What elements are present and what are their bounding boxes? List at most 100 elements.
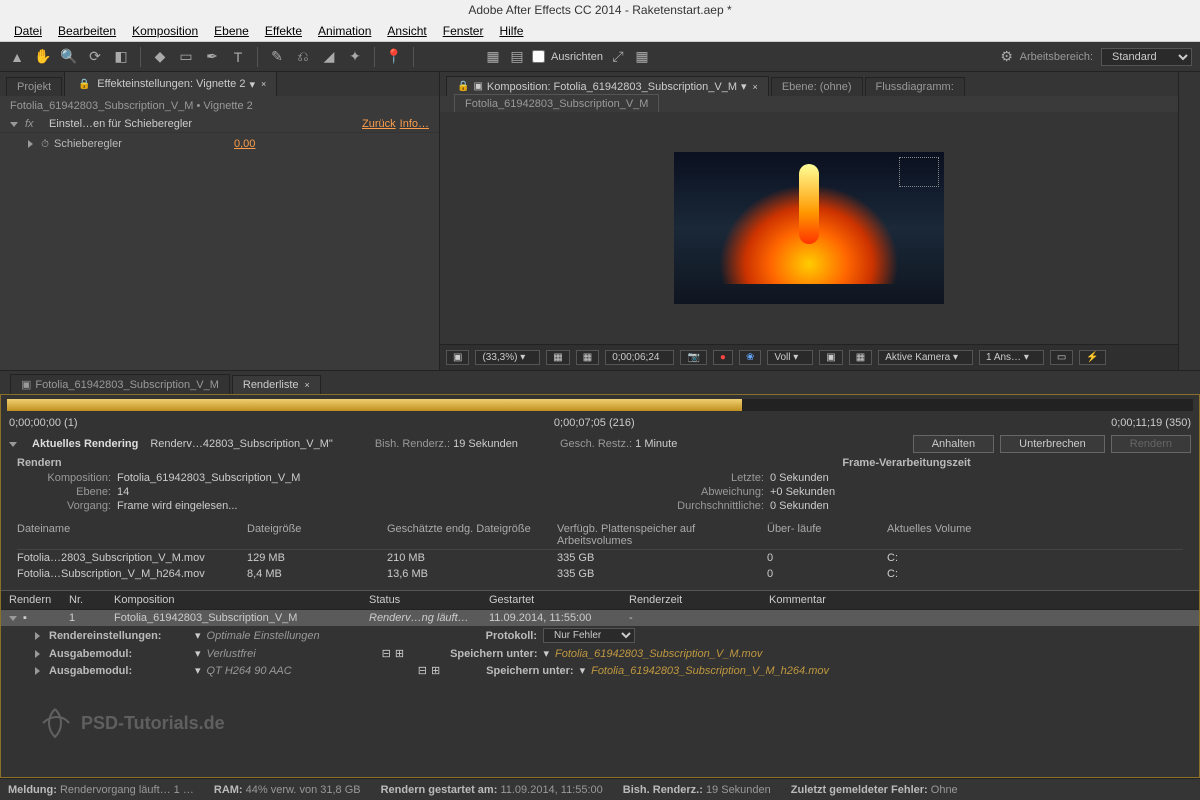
grid-icon[interactable]: ▦	[633, 48, 651, 66]
resolution-dropdown[interactable]: Voll ▾	[767, 350, 813, 365]
stop-button[interactable]: Unterbrechen	[1000, 435, 1105, 453]
right-sidebar	[1178, 72, 1200, 370]
tab-timeline-comp[interactable]: ▣ Fotolia_61942803_Subscription_V_M	[10, 374, 230, 394]
comp-icon: ▣	[21, 378, 31, 391]
transparency-icon[interactable]: ▦	[849, 350, 872, 365]
dropdown-icon[interactable]: ▾	[249, 78, 255, 91]
pen-tool-icon[interactable]: ✒	[203, 48, 221, 66]
menu-fenster[interactable]: Fenster	[437, 22, 490, 40]
brush-tool-icon[interactable]: ✎	[268, 48, 286, 66]
menu-effekte[interactable]: Effekte	[259, 22, 308, 40]
protokoll-dropdown[interactable]: Nur Fehler	[543, 628, 635, 643]
dropdown-icon[interactable]: ▾	[195, 664, 201, 677]
grid-icon[interactable]: ▦	[576, 350, 599, 365]
workspace-select[interactable]: Standard	[1101, 48, 1192, 66]
window-title: Adobe After Effects CC 2014 - Raketensta…	[0, 0, 1200, 20]
table-row: Fotolia…2803_Subscription_V_M.mov 129 MB…	[17, 550, 1183, 566]
menu-ebene[interactable]: Ebene	[208, 22, 255, 40]
dropdown-icon[interactable]: ▾	[195, 647, 201, 660]
dropdown-icon[interactable]: ▾	[741, 80, 747, 93]
render-settings-value[interactable]: Optimale Einstellungen	[207, 630, 320, 642]
disclosure-icon[interactable]	[9, 442, 17, 447]
pause-button[interactable]: Anhalten	[913, 435, 994, 453]
queue-item[interactable]: ▪ 1 Fotolia_61942803_Subscription_V_M Re…	[1, 610, 1199, 626]
preview-viewport[interactable]	[440, 112, 1178, 344]
menu-datei[interactable]: Datei	[8, 22, 48, 40]
property-value[interactable]: 0,00	[234, 138, 255, 150]
output-module-value[interactable]: Verlustfrei	[207, 648, 256, 660]
dropdown-icon[interactable]: ▾	[543, 647, 549, 660]
effect-name: Einstel…en für Schieberegler	[49, 118, 350, 130]
stopwatch-icon[interactable]: ⏱	[36, 135, 54, 153]
roto-tool-icon[interactable]: ✦	[346, 48, 364, 66]
dropdown-icon[interactable]: ▾	[195, 629, 201, 642]
search-icon[interactable]: ⚙	[998, 48, 1016, 66]
fast-preview-icon[interactable]: ⚡	[1079, 350, 1105, 365]
timecode-display[interactable]: 0;00;06;24	[605, 350, 674, 365]
toggle-icon[interactable]: ▣	[446, 350, 469, 365]
align-label: Ausrichten	[551, 51, 603, 63]
shape-tool-icon[interactable]: ▭	[177, 48, 195, 66]
disclosure-icon[interactable]	[28, 140, 33, 148]
close-icon[interactable]: ×	[305, 380, 310, 390]
hand-tool-icon[interactable]: ✋	[34, 48, 52, 66]
disclosure-icon[interactable]	[35, 632, 40, 640]
effect-property-row: ⏱ Schieberegler 0,00	[0, 133, 439, 155]
colormgmt-icon[interactable]: ❀	[739, 350, 761, 365]
output-file-link[interactable]: Fotolia_61942803_Subscription_V_M.mov	[555, 648, 762, 660]
composition-controls: ▣ (33,3%) ▾ ▦ ▦ 0;00;06;24 📷 ● ❀ Voll ▾ …	[440, 344, 1178, 370]
menu-animation[interactable]: Animation	[312, 22, 377, 40]
region-icon[interactable]: ▣	[819, 350, 842, 365]
clone-tool-icon[interactable]: ⎌	[294, 48, 312, 66]
minus-icon[interactable]: ⊟	[382, 647, 391, 660]
menu-hilfe[interactable]: Hilfe	[493, 22, 529, 40]
plus-icon[interactable]: ⊞	[395, 647, 404, 660]
disclosure-icon[interactable]	[35, 650, 40, 658]
align-icon[interactable]: ▦	[484, 48, 502, 66]
tab-composition[interactable]: 🔒 ▣ Komposition: Fotolia_61942803_Subscr…	[446, 76, 769, 96]
render-section-title: Aktuelles Rendering	[32, 438, 138, 450]
effect-header[interactable]: fx Einstel…en für Schieberegler Zurück I…	[0, 116, 439, 133]
tab-project[interactable]: Projekt	[6, 77, 62, 96]
align-checkbox[interactable]	[532, 50, 545, 63]
channel-icon[interactable]: ●	[713, 350, 733, 365]
disclosure-icon[interactable]	[10, 122, 18, 127]
snap-icon[interactable]: ⤢	[609, 48, 627, 66]
output-file-table: Dateiname Dateigröße Geschätzte endg. Da…	[1, 513, 1199, 590]
comp-subtab[interactable]: Fotolia_61942803_Subscription_V_M	[454, 94, 659, 114]
zoom-tool-icon[interactable]: 🔍	[60, 48, 78, 66]
zoom-dropdown[interactable]: (33,3%) ▾	[475, 350, 540, 365]
tab-renderliste[interactable]: Renderliste ×	[232, 375, 321, 394]
table-row: Fotolia…Subscription_V_M_h264.mov 8,4 MB…	[17, 566, 1183, 582]
tab-flussdiagramm[interactable]: Flussdiagramm:	[865, 77, 965, 96]
menu-bearbeiten[interactable]: Bearbeiten	[52, 22, 122, 40]
reset-link[interactable]: Zurück	[362, 118, 396, 130]
snapshot-icon[interactable]: 📷	[680, 350, 706, 365]
distribute-icon[interactable]: ▤	[508, 48, 526, 66]
tab-effect-controls[interactable]: 🔒 Effekteinstellungen: Vignette 2 ▾ ×	[64, 71, 277, 96]
menu-komposition[interactable]: Komposition	[126, 22, 204, 40]
tab-ebene[interactable]: Ebene: (ohne)	[771, 77, 863, 96]
menu-ansicht[interactable]: Ansicht	[381, 22, 432, 40]
fx-icon[interactable]: fx	[25, 118, 45, 130]
anchor-tool-icon[interactable]: ◆	[151, 48, 169, 66]
dropdown-icon[interactable]: ▾	[580, 664, 586, 677]
selection-tool-icon[interactable]: ▲	[8, 48, 26, 66]
puppet-tool-icon[interactable]: 📍	[385, 48, 403, 66]
views-dropdown[interactable]: 1 Ans… ▾	[979, 350, 1044, 365]
info-link[interactable]: Info…	[400, 118, 429, 130]
res-icon[interactable]: ▦	[546, 350, 569, 365]
close-icon[interactable]: ×	[261, 79, 266, 89]
rotate-tool-icon[interactable]: ⟳	[86, 48, 104, 66]
camera-dropdown[interactable]: Aktive Kamera ▾	[878, 350, 973, 365]
output-file-link[interactable]: Fotolia_61942803_Subscription_V_M_h264.m…	[591, 665, 829, 677]
pixel-aspect-icon[interactable]: ▭	[1050, 350, 1073, 365]
close-icon[interactable]: ×	[753, 82, 758, 92]
disclosure-icon[interactable]	[35, 667, 40, 675]
minus-icon[interactable]: ⊟	[418, 664, 427, 677]
plus-icon[interactable]: ⊞	[431, 664, 440, 677]
eraser-tool-icon[interactable]: ◢	[320, 48, 338, 66]
text-tool-icon[interactable]: T	[229, 48, 247, 66]
camera-tool-icon[interactable]: ◧	[112, 48, 130, 66]
output-module-value[interactable]: QT H264 90 AAC	[207, 665, 292, 677]
